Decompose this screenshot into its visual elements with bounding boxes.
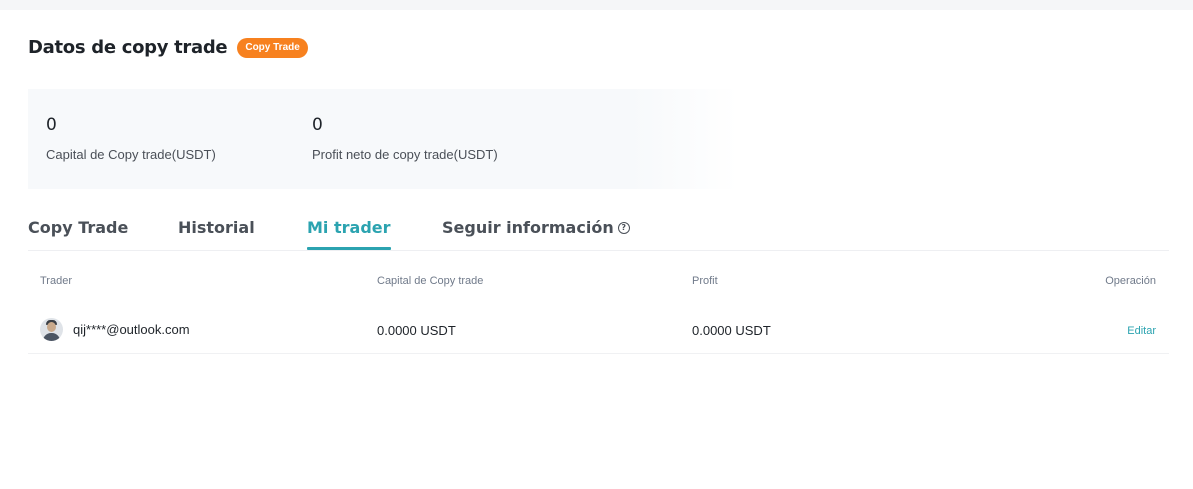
table-row: qij****@outlook.com 0.0000 USDT 0.0000 U…: [28, 308, 1169, 354]
trader-cell[interactable]: qij****@outlook.com: [40, 318, 190, 341]
column-header-capital: Capital de Copy trade: [377, 275, 484, 287]
top-bar: [0, 0, 1193, 10]
column-header-operation: Operación: [1105, 275, 1156, 287]
tab-seguir-informacion-label: Seguir información: [442, 218, 614, 237]
tab-copy-trade[interactable]: Copy Trade: [28, 218, 128, 237]
avatar: [40, 318, 63, 341]
page-header: Datos de copy trade Copy Trade: [28, 37, 308, 58]
page-title: Datos de copy trade: [28, 37, 228, 58]
capital-cell: 0.0000 USDT: [377, 323, 456, 338]
tab-historial[interactable]: Historial: [178, 218, 255, 237]
tab-seguir-informacion[interactable]: Seguir información ?: [442, 218, 630, 237]
profit-cell: 0.0000 USDT: [692, 323, 771, 338]
trader-email: qij****@outlook.com: [73, 322, 190, 337]
copy-trade-badge: Copy Trade: [237, 37, 308, 58]
stats-panel: 0 Capital de Copy trade(USDT) 0 Profit n…: [28, 89, 738, 189]
table-header: Trader Capital de Copy trade Profit Oper…: [28, 252, 1169, 308]
trader-table: Trader Capital de Copy trade Profit Oper…: [28, 252, 1169, 354]
stat-profit-value: 0: [312, 115, 323, 135]
column-header-profit: Profit: [692, 275, 718, 287]
stat-capital-value: 0: [46, 115, 57, 135]
stat-capital-label: Capital de Copy trade(USDT): [46, 147, 216, 162]
edit-link[interactable]: Editar: [1127, 325, 1156, 337]
stat-profit-label: Profit neto de copy trade(USDT): [312, 147, 498, 162]
tab-mi-trader[interactable]: Mi trader: [307, 218, 391, 250]
tab-bar: Copy Trade Historial Mi trader Seguir in…: [28, 216, 1169, 251]
help-icon[interactable]: ?: [617, 221, 630, 234]
column-header-trader: Trader: [40, 275, 72, 287]
